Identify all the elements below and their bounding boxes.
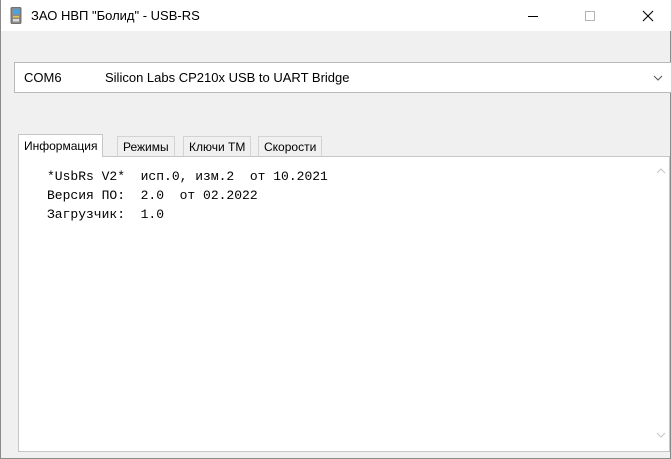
maximize-icon [585, 10, 595, 21]
close-button[interactable] [625, 0, 671, 31]
tab-tm-keys[interactable]: Ключи ТМ [183, 136, 252, 156]
tab-information[interactable]: Информация [18, 134, 104, 157]
tab-label: Режимы [123, 140, 169, 154]
scroll-up-icon[interactable] [656, 167, 666, 175]
port-select[interactable]: COM6 Silicon Labs CP210x USB to UART Bri… [14, 62, 671, 93]
usb-device-icon [10, 7, 22, 24]
info-line: *UsbRs V2* исп.0, изм.2 от 10.2021 [47, 169, 328, 184]
scroll-down-icon[interactable] [656, 431, 666, 439]
chevron-down-icon [653, 75, 663, 81]
info-panel: *UsbRs V2* исп.0, изм.2 от 10.2021 Верси… [18, 156, 670, 452]
tab-label: Ключи ТМ [189, 140, 246, 154]
minimize-button[interactable] [510, 0, 556, 31]
tab-speeds[interactable]: Скорости [258, 136, 323, 156]
minimize-icon [528, 15, 538, 17]
port-name: COM6 [24, 70, 62, 85]
tab-label: Скорости [264, 140, 317, 154]
tab-modes[interactable]: Режимы [117, 136, 175, 156]
title-bar[interactable]: ЗАО НВП "Болид" - USB-RS [1, 0, 671, 31]
port-description: Silicon Labs CP210x USB to UART Bridge [105, 70, 350, 85]
close-icon [642, 10, 654, 21]
app-window: ЗАО НВП "Болид" - USB-RS COM6 Silicon La… [0, 0, 671, 459]
window-title: ЗАО НВП "Болид" - USB-RS [31, 8, 200, 23]
vertical-scrollbar[interactable] [652, 157, 669, 451]
info-line: Загрузчик: 1.0 [47, 207, 165, 222]
tab-label: Информация [24, 139, 98, 153]
info-line: Версия ПО: 2.0 от 02.2022 [47, 188, 258, 203]
maximize-button[interactable] [567, 0, 613, 31]
